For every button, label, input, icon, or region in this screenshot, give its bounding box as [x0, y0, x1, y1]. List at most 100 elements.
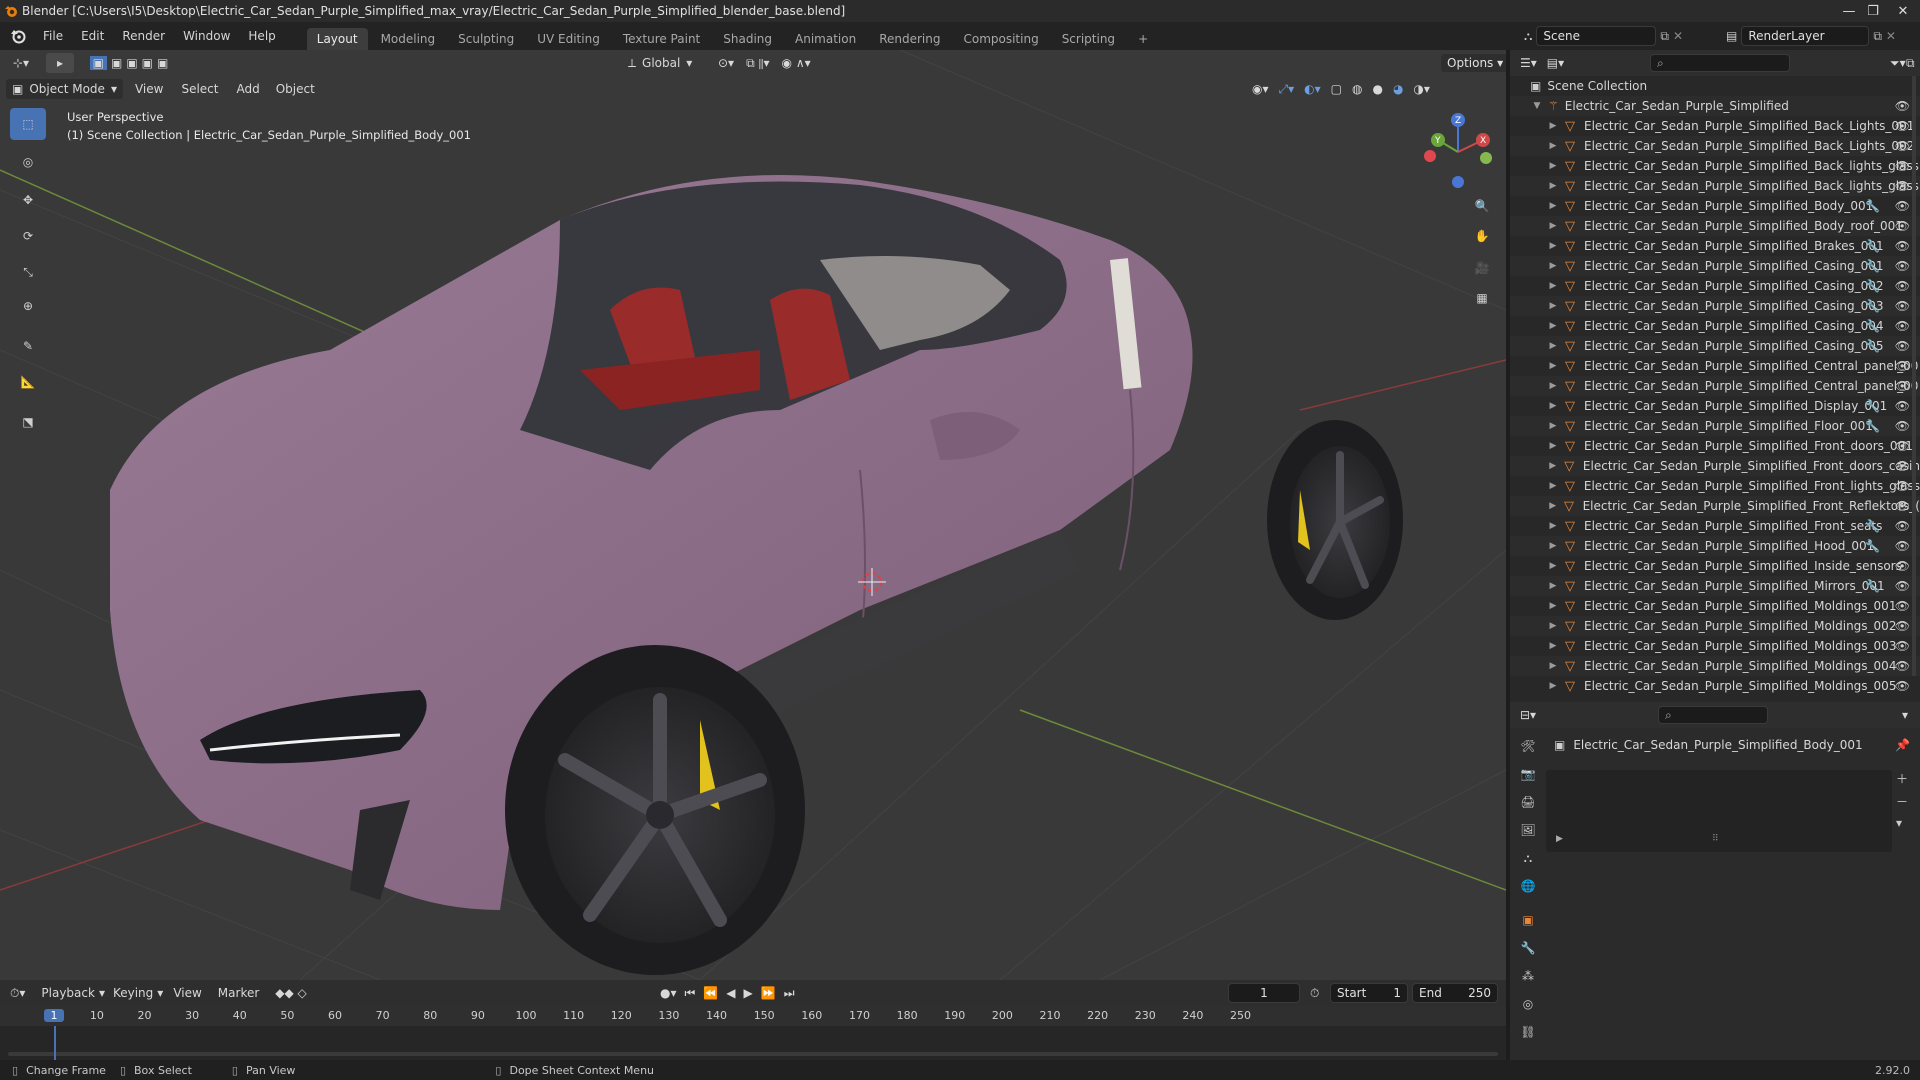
tab-shading[interactable]: Shading [713, 28, 782, 50]
expand-icon[interactable]: ▶ [1546, 581, 1560, 591]
modifier-wrench-icon[interactable]: 🔧 [1865, 279, 1880, 293]
rendered-shading-icon[interactable]: ◑▾ [1413, 82, 1430, 96]
outliner-item[interactable]: ▶ ▽ Electric_Car_Sedan_Purple_Simplified_F… [1510, 456, 1920, 476]
timeline-scrollbar[interactable] [8, 1052, 1498, 1056]
eye-icon[interactable]: 👁 [1895, 559, 1910, 573]
menu-window[interactable]: Window [174, 29, 239, 43]
perspective-toggle-icon[interactable]: ▦ [1468, 284, 1496, 312]
viewport-shading-controls[interactable]: ◉▾ ⤢▾ ◐▾ ▢ ◍ ● ◕ ◑▾ [1252, 79, 1430, 99]
outliner-item[interactable]: ▶ ▽ Electric_Car_Sedan_Purple_Simplified_F… [1510, 516, 1920, 536]
select-subtract-icon[interactable]: ▣ [126, 56, 137, 70]
jump-start-icon[interactable]: ⏮ [685, 986, 696, 1001]
expand-icon[interactable]: ▶ [1546, 261, 1560, 271]
view-layer-icon[interactable]: 🖼 [1516, 818, 1540, 842]
outliner-item[interactable]: ▶ ▽ Electric_Car_Sedan_Purple_Simplified_B… [1510, 116, 1920, 136]
cursor-tool[interactable]: ◎ [10, 146, 46, 178]
outliner-item[interactable]: ▶ ▽ Electric_Car_Sedan_Purple_Simplified_F… [1510, 476, 1920, 496]
modifier-wrench-icon[interactable]: 🔧 [1865, 399, 1880, 413]
outliner-item[interactable]: ▶ ▽ Electric_Car_Sedan_Purple_Simplified_F… [1510, 496, 1920, 516]
constraints-icon[interactable]: ⛓ [1516, 1020, 1540, 1044]
modifier-list[interactable]: ▶ ⠿ [1546, 770, 1892, 852]
expand-icon[interactable]: ▶ [1546, 661, 1560, 671]
overlay-toggle-icon[interactable]: ◐▾ [1304, 82, 1321, 96]
physics-icon[interactable]: ◎ [1516, 992, 1540, 1016]
expand-icon[interactable]: ▶ [1546, 541, 1560, 551]
modifier-wrench-icon[interactable]: 🔧 [1865, 339, 1880, 353]
expand-icon[interactable]: ▶ [1546, 201, 1560, 211]
resize-handle[interactable]: ⠿ [1712, 834, 1719, 844]
expand-icon[interactable]: ▶ [1546, 461, 1560, 471]
select-tool-icon[interactable]: ▸ [46, 53, 74, 73]
expand-icon[interactable]: ▶ [1546, 121, 1560, 131]
outliner-item[interactable]: ▶ ▽ Electric_Car_Sedan_Purple_Simplified_B… [1510, 216, 1920, 236]
select-invert-icon[interactable]: ▣ [142, 56, 153, 70]
add-cube-tool[interactable]: ⬔ [10, 406, 46, 438]
gizmo-toggle-icon[interactable]: ⤢▾ [1279, 82, 1295, 97]
eye-icon[interactable]: 👁 [1895, 619, 1910, 633]
options-button[interactable]: Options ▾ [1440, 53, 1506, 73]
menu-object[interactable]: Object [276, 79, 315, 99]
expand-icon[interactable]: ▶ [1546, 421, 1560, 431]
expand-icon[interactable]: ▶ [1546, 161, 1560, 171]
move-tool[interactable]: ✥ [10, 184, 46, 216]
outliner-item[interactable]: ▶ ▽ Electric_Car_Sedan_Purple_Simplified_C… [1510, 316, 1920, 336]
expand-icon[interactable]: ▶ [1546, 341, 1560, 351]
rotate-tool[interactable]: ⟳ [10, 220, 46, 252]
eye-icon[interactable]: 👁 [1895, 479, 1910, 493]
expand-icon[interactable]: ▶ [1546, 681, 1560, 691]
scene-icon[interactable]: ⛬ [1524, 29, 1532, 44]
modifier-wrench-icon[interactable]: 🔧 [1865, 319, 1880, 333]
tab-layout[interactable]: Layout [306, 28, 368, 50]
zoom-icon[interactable]: 🔍 [1468, 192, 1496, 220]
outliner-item[interactable]: ▶ ▽ Electric_Car_Sedan_Purple_Simplified_M… [1510, 636, 1920, 656]
material-shading-icon[interactable]: ◕ [1393, 82, 1403, 96]
outliner-item[interactable]: ▶ ▽ Electric_Car_Sedan_Purple_Simplified_F… [1510, 436, 1920, 456]
eye-icon[interactable]: 👁 [1895, 579, 1910, 593]
gizmo-neg-y-icon[interactable] [1480, 152, 1492, 164]
timeline-track-area[interactable]: 1 10 20 30 40 50 60 70 80 90 100 110 120 130 140 150 160… [0, 1006, 1506, 1060]
scale-tool[interactable]: ⤡ [10, 256, 46, 288]
outliner-item[interactable]: ▶ ▽ Electric_Car_Sedan_Purple_Simplified_B… [1510, 136, 1920, 156]
outliner-item[interactable]: ▶ ▽ Electric_Car_Sedan_Purple_Simplified_C… [1510, 256, 1920, 276]
scene-properties-icon[interactable]: ⛬ [1516, 846, 1540, 870]
visibility-icon[interactable]: ◉▾ [1252, 82, 1269, 96]
modifier-wrench-icon[interactable]: 🔧 [1865, 239, 1880, 253]
expand-icon[interactable]: ▶ [1546, 301, 1560, 311]
eye-icon[interactable]: 👁 [1895, 659, 1910, 673]
selection-mode-buttons[interactable]: ▣ ▣ ▣ ▣ ▣ [84, 53, 174, 73]
eye-icon[interactable]: 👁 [1895, 179, 1910, 193]
tab-scripting[interactable]: Scripting [1052, 28, 1125, 50]
measure-tool[interactable]: 📐 [10, 366, 46, 398]
play-reverse-icon[interactable]: ◀ [726, 986, 735, 1000]
outliner-item[interactable]: ▶ ▽ Electric_Car_Sedan_Purple_Simplified_M… [1510, 596, 1920, 616]
annotate-tool[interactable]: ✎ [10, 330, 46, 362]
outliner-item[interactable]: ▶ ▽ Electric_Car_Sedan_Purple_Simplified_C… [1510, 356, 1920, 376]
eye-icon[interactable]: 👁 [1895, 159, 1910, 173]
record-icon[interactable]: ●▾ [660, 986, 677, 1000]
navigation-gizmo[interactable]: Z X Y [1416, 110, 1500, 194]
eye-icon[interactable]: 👁 [1895, 399, 1910, 413]
blender-menu-icon[interactable] [10, 28, 26, 44]
end-frame-field[interactable]: End 250 [1412, 983, 1498, 1003]
solid-shading-icon[interactable]: ● [1372, 82, 1382, 96]
snap-icon[interactable]: ⧉ ⫴▾ [746, 56, 769, 71]
eye-icon[interactable]: 👁 [1895, 639, 1910, 653]
mode-selector[interactable]: ▣ Object Mode ▾ [6, 79, 123, 99]
clock-icon[interactable]: ⏱ [1310, 983, 1319, 1003]
outliner-item[interactable]: ▶ ▽ Electric_Car_Sedan_Purple_Simplified_C… [1510, 296, 1920, 316]
3d-viewport[interactable]: ⊹▾ ▸ ▣ ▣ ▣ ▣ ▣ ⟂ Global ▾ ⊙▾ ⧉ ⫴▾ ◉ ∧▾ O… [0, 50, 1506, 980]
xray-icon[interactable]: ▢ [1331, 82, 1342, 96]
outliner-item[interactable]: ▶ ▽ Electric_Car_Sedan_Purple_Simplified_I… [1510, 556, 1920, 576]
expand-icon[interactable]: ▶ [1546, 621, 1560, 631]
outliner-scrollbar[interactable] [1912, 76, 1916, 676]
new-scene-icon[interactable]: ⧉ [1660, 29, 1669, 44]
expand-icon[interactable]: ▶ [1546, 381, 1560, 391]
timeline-editor-icon[interactable]: ⏱▾ [10, 983, 25, 1003]
pin-icon[interactable]: 📌 [1895, 738, 1910, 752]
modifier-wrench-icon[interactable]: 🔧 [1865, 539, 1880, 553]
keyframe-buttons[interactable]: ◆◆ ◇ [275, 983, 307, 1003]
outliner-search-input[interactable]: ⌕ [1650, 54, 1790, 72]
eye-icon[interactable]: 👁 [1895, 299, 1910, 313]
eye-icon[interactable]: 👁 [1895, 599, 1910, 613]
delete-scene-icon[interactable]: ✕ [1673, 29, 1683, 43]
